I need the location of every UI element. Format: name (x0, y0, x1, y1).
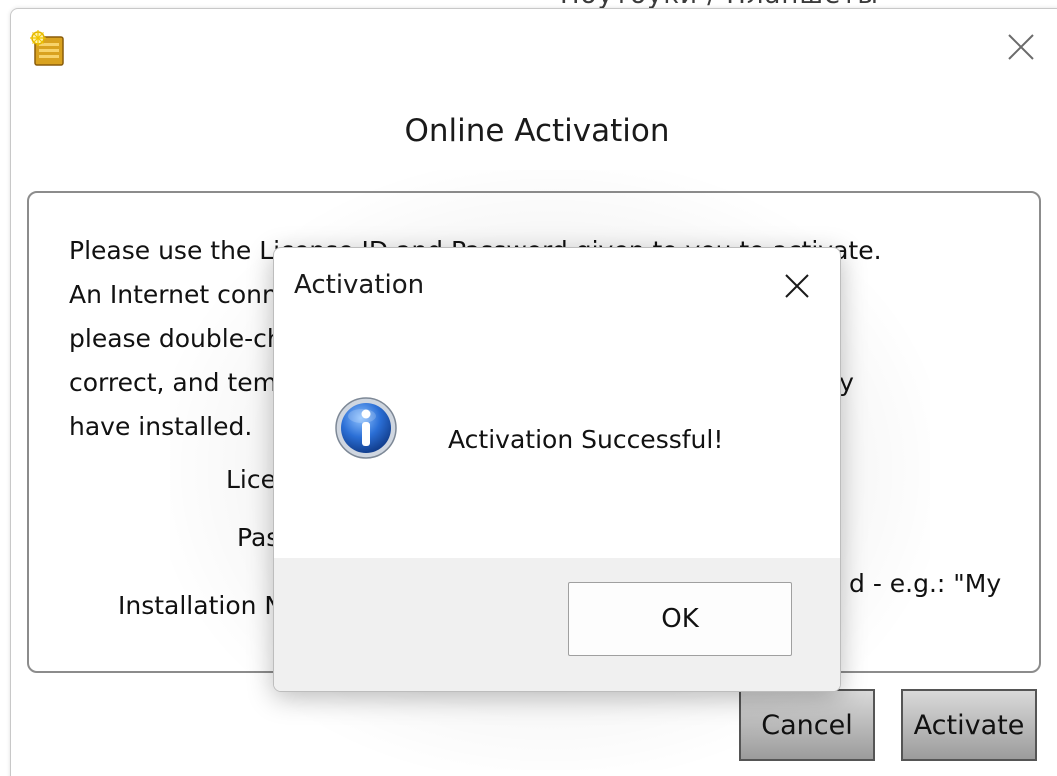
info-icon (334, 396, 398, 460)
close-icon[interactable] (1001, 27, 1041, 67)
ok-button[interactable]: OK (568, 582, 792, 656)
dialog-message: Activation Successful! (448, 425, 724, 454)
installation-hint: d - e.g.: "My (849, 569, 1002, 598)
license-key-icon (29, 29, 67, 67)
dialog-footer: OK (274, 558, 840, 691)
screen: Ноутбуки / Планшеты Online Activation Pl… (0, 0, 1057, 776)
close-icon[interactable] (779, 268, 815, 304)
activation-dialog: Activation Activation Successful! OK (273, 247, 841, 692)
activate-button[interactable]: Activate (901, 689, 1037, 761)
dialog-title: Activation (294, 270, 425, 300)
window-title: Online Activation (404, 113, 670, 149)
cancel-button[interactable]: Cancel (739, 689, 875, 761)
